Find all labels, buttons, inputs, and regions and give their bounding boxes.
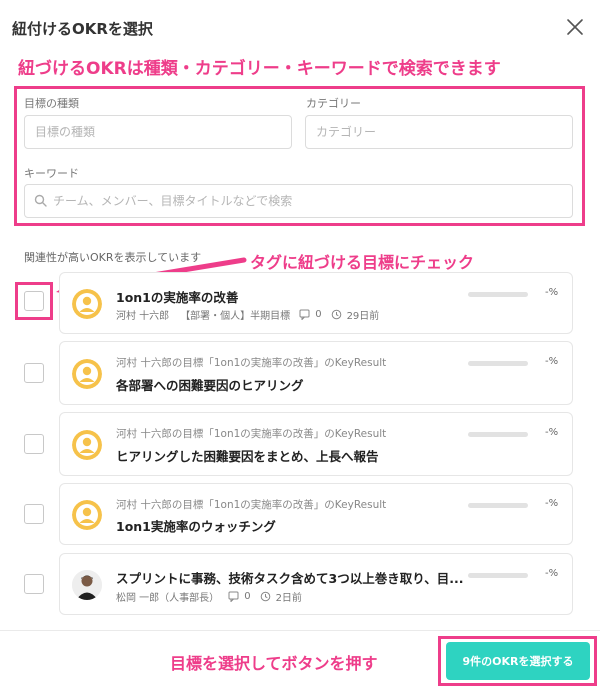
item-checkbox[interactable]	[24, 504, 44, 524]
dialog-title: 紐付けるOKRを選択	[12, 20, 153, 38]
updated-at: 2日前	[275, 593, 302, 604]
progress-bar	[468, 432, 528, 437]
okr-title: 各部署への困難要因のヒアリング	[116, 378, 304, 393]
key-result-parent: 河村 十六郎の目標「1on1の実施率の改善」のKeyResult	[116, 428, 387, 440]
comment-count: 0	[244, 591, 251, 602]
comment-icon	[299, 309, 310, 320]
okr-item-card[interactable]: 河村 十六郎の目標「1on1の実施率の改善」のKeyResult 1on1実施率…	[59, 483, 573, 545]
progress-percent: -%	[545, 568, 559, 579]
select-okr-button[interactable]: 9件のOKRを選択する	[446, 642, 590, 680]
history-icon	[331, 309, 341, 320]
user-avatar	[72, 500, 102, 530]
search-icon	[34, 194, 47, 207]
okr-item-card[interactable]: 河村 十六郎の目標「1on1の実施率の改善」のKeyResult ヒアリングした…	[59, 412, 573, 476]
owner-name: 松岡 一郎（人事部長）	[116, 593, 220, 604]
comment-icon	[228, 591, 239, 602]
progress-bar	[468, 503, 528, 508]
category-select[interactable]	[305, 115, 573, 149]
item-checkbox[interactable]	[24, 363, 44, 383]
close-button[interactable]	[562, 14, 588, 40]
key-result-parent: 河村 十六郎の目標「1on1の実施率の改善」のKeyResult	[116, 357, 387, 369]
progress-percent: -%	[545, 287, 559, 298]
progress-percent: -%	[545, 498, 559, 509]
progress-bar	[468, 292, 528, 297]
annotation-check-hint: タグに紐づける目標にチェック	[250, 253, 475, 272]
okr-title: 1on1の実施率の改善	[116, 290, 239, 305]
user-avatar	[72, 359, 102, 389]
okr-item-card[interactable]: 河村 十六郎の目標「1on1の実施率の改善」のKeyResult 各部署への困難…	[59, 341, 573, 405]
user-avatar	[72, 570, 102, 600]
item-checkbox[interactable]	[24, 291, 44, 311]
item-checkbox[interactable]	[24, 574, 44, 594]
annotation-search-hint: 紐づけるOKRは種類・カテゴリー・キーワードで検索できます	[18, 59, 501, 79]
keyword-search-input[interactable]	[24, 184, 573, 218]
progress-bar	[468, 361, 528, 366]
okr-title: ヒアリングした困難要因をまとめ、上長へ報告	[116, 449, 379, 464]
annotation-submit-hint: 目標を選択してボタンを押す	[170, 654, 378, 673]
okr-item-card[interactable]: 1on1の実施率の改善 河村 十六郎 【部署・個人】半期目標 0 29日前 -%	[59, 272, 573, 334]
user-avatar	[72, 289, 102, 319]
keyword-label: キーワード	[24, 167, 79, 180]
keyword-search	[24, 184, 573, 218]
progress-bar	[468, 573, 528, 578]
user-avatar	[72, 430, 102, 460]
okr-tag: 【部署・個人】半期目標	[180, 311, 291, 322]
okr-meta: 松岡 一郎（人事部長） 0 2日前	[116, 589, 302, 604]
progress-percent: -%	[545, 427, 559, 438]
close-icon	[567, 19, 583, 35]
okr-meta: 河村 十六郎 【部署・個人】半期目標 0 29日前	[116, 307, 379, 322]
progress-percent: -%	[545, 356, 559, 367]
history-icon	[260, 591, 270, 602]
type-label: 目標の種類	[24, 97, 79, 110]
okr-title: 1on1実施率のウォッチング	[116, 519, 276, 534]
okr-item-card[interactable]: スプリントに事務、技術タスク含めて3つ以上巻き取り、目... 松岡 一郎（人事部…	[59, 553, 573, 615]
category-label: カテゴリー	[306, 97, 361, 110]
item-checkbox[interactable]	[24, 434, 44, 454]
type-select[interactable]	[24, 115, 292, 149]
key-result-parent: 河村 十六郎の目標「1on1の実施率の改善」のKeyResult	[116, 499, 387, 511]
dialog-header: 紐付けるOKRを選択	[0, 0, 600, 56]
okr-title: スプリントに事務、技術タスク含めて3つ以上巻き取り、目...	[116, 571, 464, 586]
updated-at: 29日前	[346, 311, 380, 322]
comment-count: 0	[315, 309, 322, 320]
owner-name: 河村 十六郎	[116, 311, 170, 322]
